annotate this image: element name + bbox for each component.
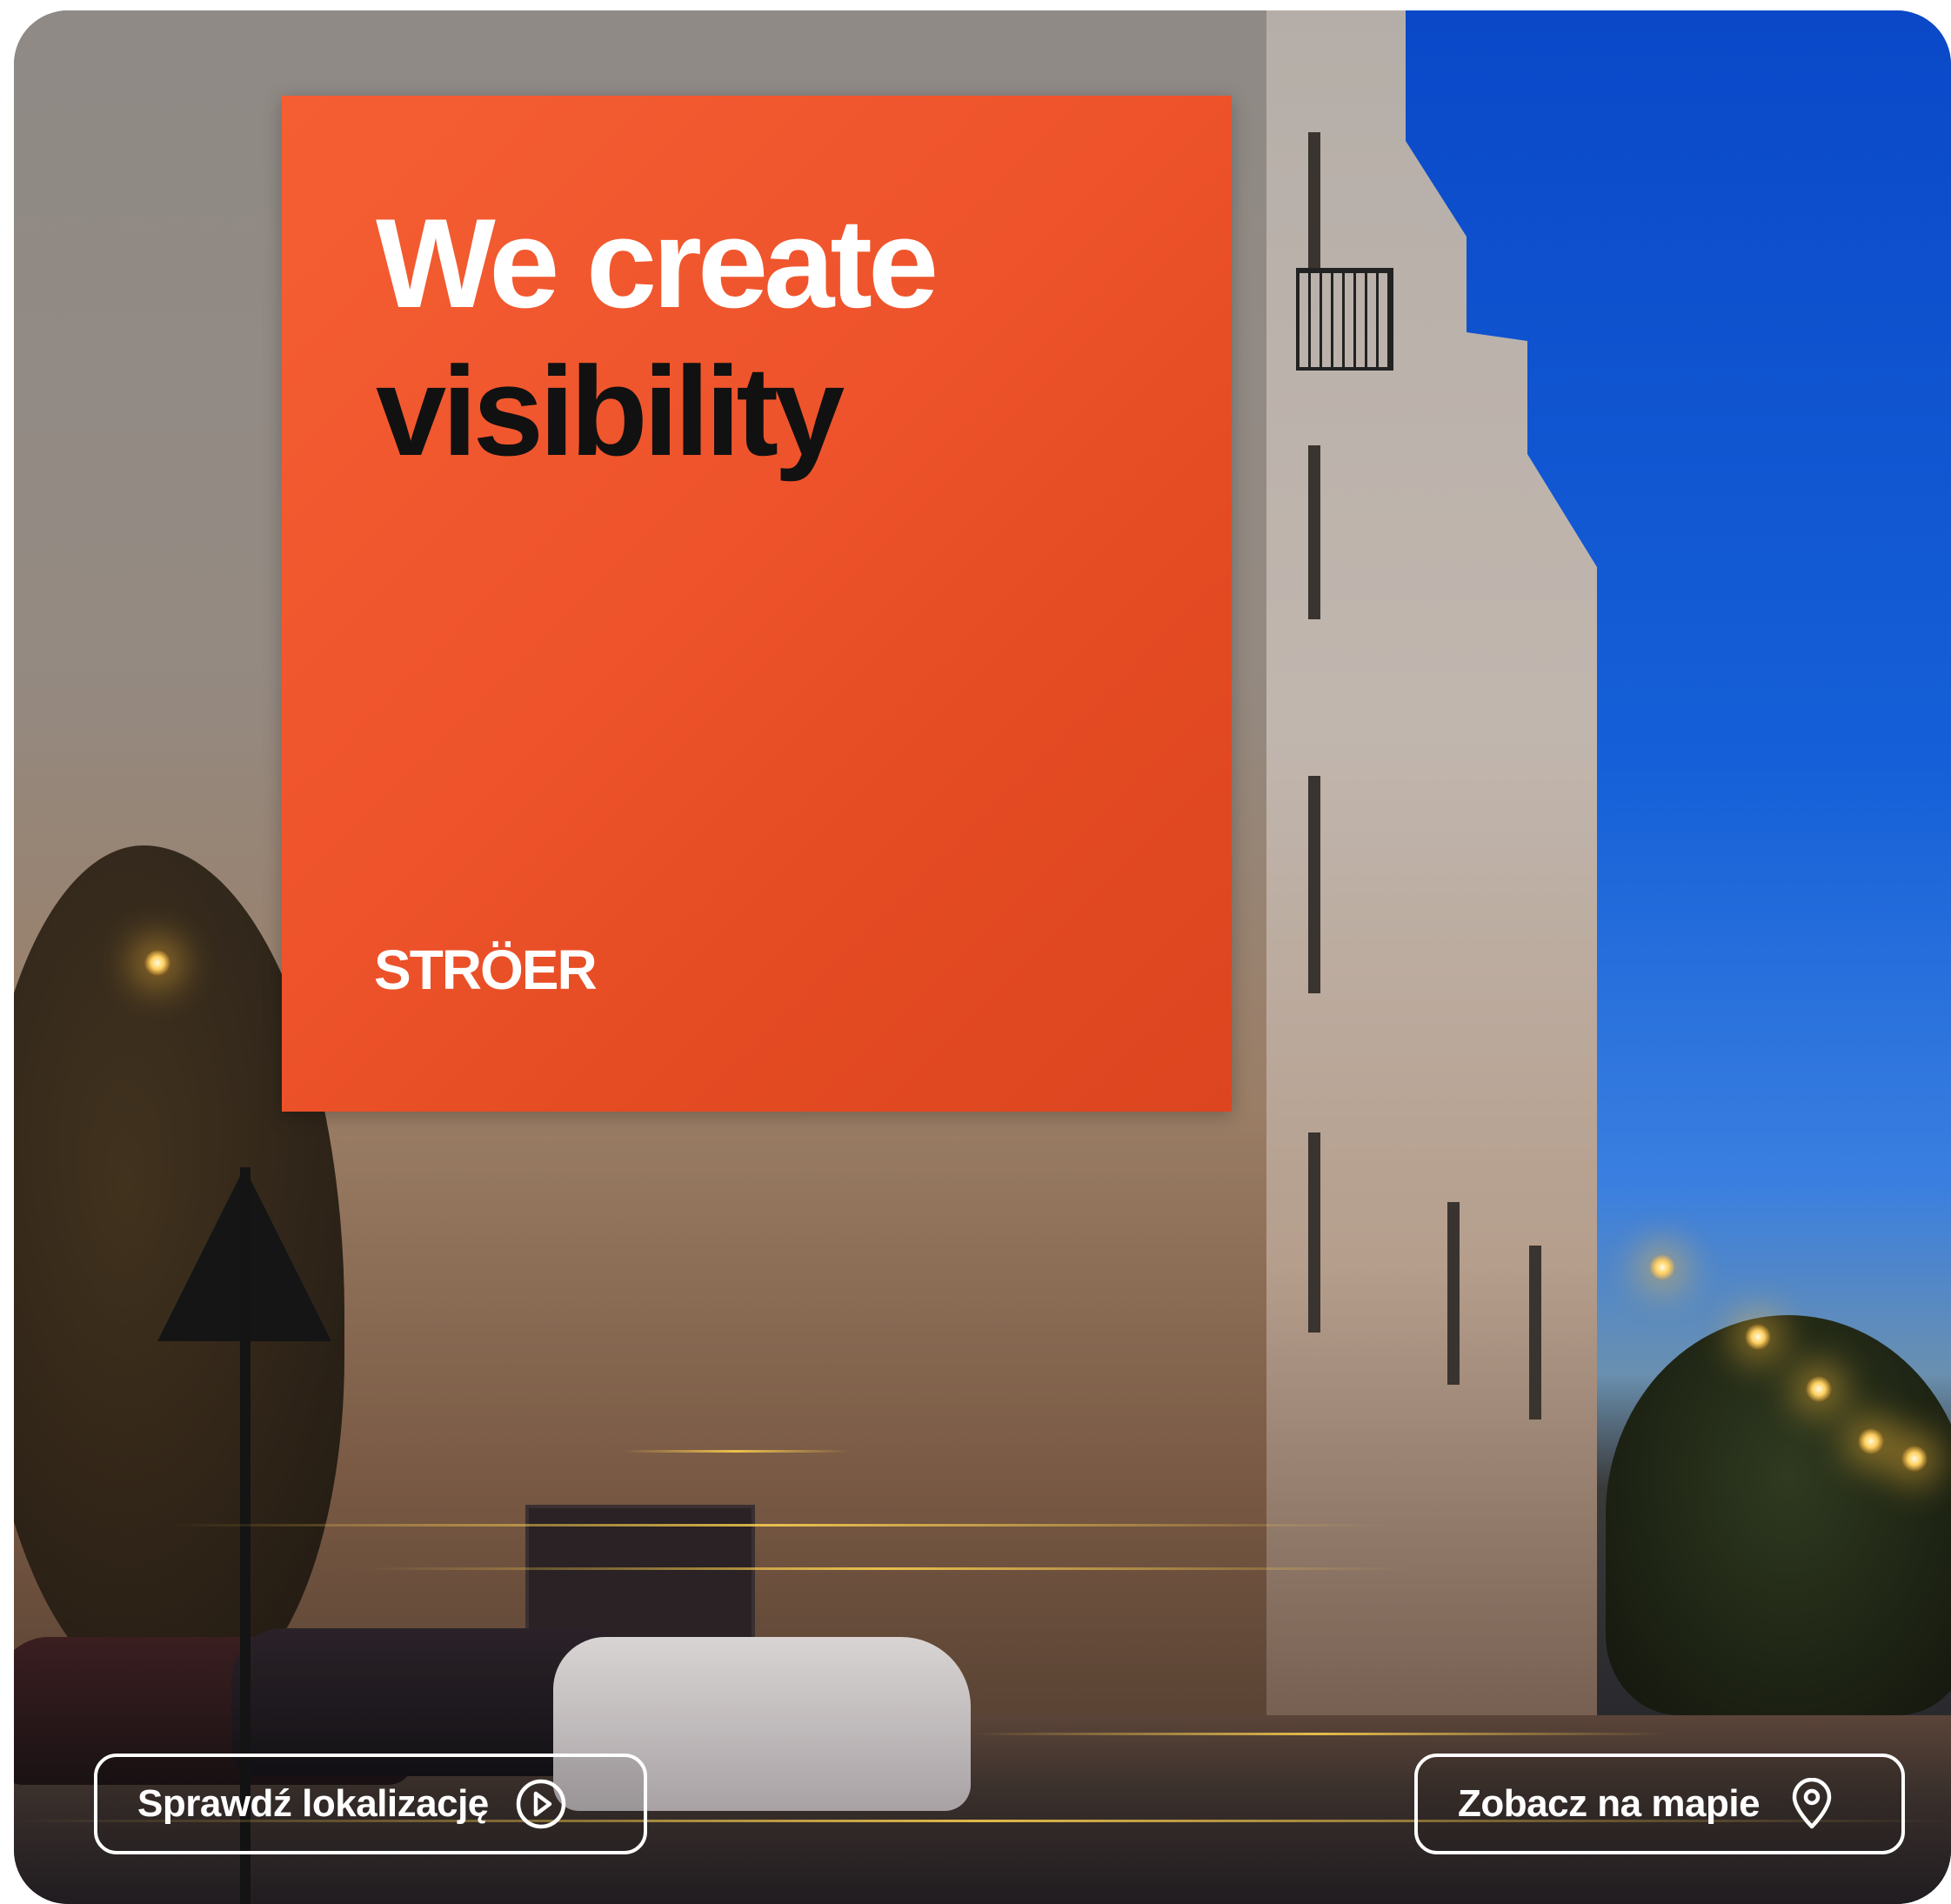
street-lamp-light — [1901, 1446, 1928, 1472]
street-lamp-light — [144, 950, 170, 976]
tree-right — [1606, 1315, 1951, 1715]
billboard: We create visibility STRÖER — [282, 96, 1232, 1112]
stroer-logo: STRÖER — [374, 939, 598, 1001]
view-on-map-button[interactable]: Zobacz na mapie — [1414, 1754, 1905, 1854]
street-lamp-light — [1649, 1254, 1675, 1280]
map-pin-icon — [1786, 1778, 1838, 1830]
play-circle-icon — [515, 1778, 567, 1830]
street-lamp-light — [1806, 1376, 1832, 1402]
light-trail — [362, 1567, 1406, 1570]
building-window — [1308, 132, 1320, 271]
street-lamp-light — [1858, 1428, 1884, 1454]
view-on-map-label: Zobacz na mapie — [1458, 1782, 1761, 1825]
building-window — [1447, 1202, 1460, 1385]
building-window — [1308, 445, 1320, 619]
building-window — [1308, 1132, 1320, 1333]
street-lamp-light — [1745, 1324, 1771, 1350]
light-trail — [623, 1450, 849, 1453]
light-trail — [971, 1733, 1667, 1735]
building-balcony — [1296, 268, 1393, 371]
check-location-label: Sprawdź lokalizację — [137, 1782, 489, 1825]
billboard-headline-line1: We create — [376, 192, 939, 334]
check-location-button[interactable]: Sprawdź lokalizację — [94, 1754, 647, 1854]
building-window — [1308, 776, 1320, 993]
billboard-headline-line2: visibility — [376, 340, 845, 482]
light-trail — [170, 1524, 1388, 1527]
building-window — [1529, 1246, 1541, 1420]
hero-image-card: We create visibility STRÖER Sprawdź loka… — [14, 10, 1951, 1904]
